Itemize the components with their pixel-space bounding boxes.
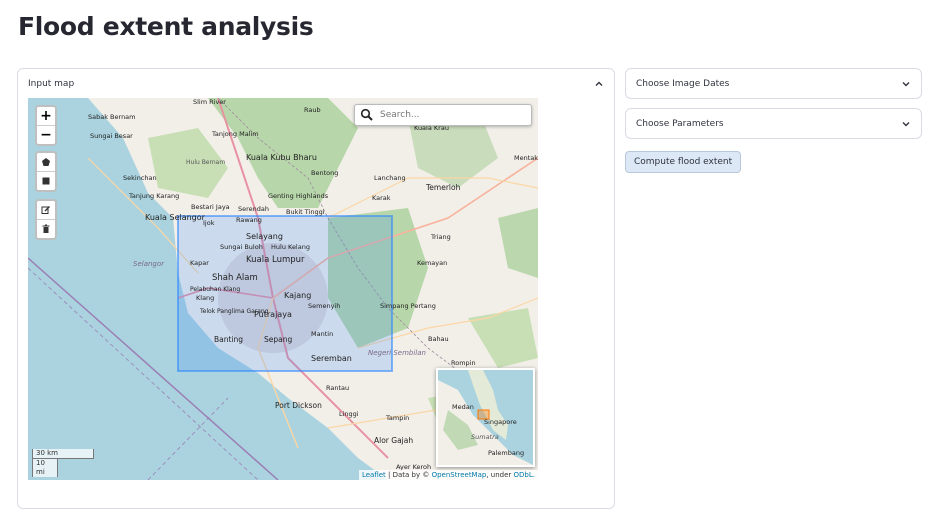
scale-km: 30 km: [32, 449, 94, 459]
map-label: Kuala Lumpur: [246, 255, 305, 265]
map-search[interactable]: [354, 104, 532, 126]
attribution-text: | Data by ©: [385, 471, 432, 479]
draw-toolbar: [35, 151, 57, 192]
map-label: Shah Alam: [212, 273, 258, 283]
leaflet-link[interactable]: Leaflet: [362, 471, 386, 479]
map-label: Klang: [196, 294, 214, 302]
map-label: Kajang: [284, 291, 311, 300]
osm-link[interactable]: OpenStreetMap: [432, 471, 487, 479]
map-label: Kapar: [190, 259, 209, 267]
map-label: Selayang: [246, 232, 283, 241]
parameters-expander[interactable]: Choose Parameters: [625, 108, 922, 139]
map-label: Sepang: [264, 335, 292, 344]
zoom-control: + −: [35, 105, 57, 146]
chevron-down-icon: [902, 81, 910, 86]
map-label: Seremban: [311, 354, 352, 363]
image-dates-header[interactable]: Choose Image Dates: [626, 69, 921, 98]
map-label: Rompin: [451, 359, 476, 367]
search-icon: [360, 108, 373, 121]
map-label: Tanjong Malim: [211, 130, 259, 138]
draw-polygon-icon[interactable]: [37, 153, 55, 172]
map-attribution: Leaflet | Data by © OpenStreetMap, under…: [358, 470, 538, 480]
map-label: Kuala Kubu Bharu: [246, 153, 317, 162]
map-label: Pelabuhan Klang: [190, 286, 240, 293]
map-label: Bahau: [428, 335, 449, 343]
zoom-in-button[interactable]: +: [37, 107, 55, 126]
map-label: Tampin: [385, 414, 409, 422]
attribution-text: , under: [486, 471, 514, 479]
odbl-link[interactable]: ODbL.: [514, 471, 535, 479]
chevron-up-icon: [595, 81, 603, 86]
map-label: Temerloh: [425, 183, 461, 192]
compute-flood-extent-button[interactable]: Compute flood extent: [625, 151, 742, 173]
map-label: Slim River: [193, 98, 226, 106]
map-label: Karak: [372, 194, 391, 202]
map-scale: 30 km 10 mi: [32, 449, 94, 477]
map-label: Sungai Besar: [90, 132, 133, 140]
map-label: Kemayan: [417, 259, 447, 267]
map-label: Hulu Kelang: [271, 243, 310, 251]
zoom-out-button[interactable]: −: [37, 126, 55, 144]
map-label: Tanjung Karang: [128, 192, 179, 200]
map-label: Bukit Tinggi: [286, 208, 325, 216]
delete-layers-icon[interactable]: [37, 220, 55, 238]
parameters-header[interactable]: Choose Parameters: [626, 109, 921, 138]
map-label: Semenyih: [308, 302, 340, 310]
map-label: Putrajaya: [254, 310, 292, 319]
map-label: Triang: [430, 233, 451, 241]
map-label: Mantin: [311, 330, 333, 338]
map-label: Genting Highlands: [268, 192, 329, 200]
draw-rectangle-icon[interactable]: [37, 172, 55, 190]
map-label: Rantau: [326, 384, 349, 392]
map-label: Serendah: [238, 205, 269, 213]
map-label: Bestari Jaya: [191, 203, 230, 211]
region-label: Negeri Sembilan: [368, 349, 426, 357]
minimap-tiles: Medan Singapore Sumatra Palembang: [438, 370, 533, 465]
map-label: Port Dickson: [275, 401, 322, 410]
map-label: Sekinchan: [123, 174, 157, 182]
search-input[interactable]: [378, 109, 522, 121]
map-label: Rawang: [236, 216, 262, 224]
input-map-expander: Input map Slim River Raub Sabak Bernam S…: [17, 68, 615, 509]
map-label: Sungai Buloh: [220, 243, 263, 251]
map-label: Kuala Selangor: [145, 213, 206, 222]
minimap-label: Palembang: [488, 449, 524, 457]
edit-layers-icon[interactable]: [37, 201, 55, 220]
map-label: Banting: [214, 335, 243, 344]
map-label: Linggi: [339, 410, 359, 418]
image-dates-label: Choose Image Dates: [636, 78, 730, 89]
chevron-down-icon: [902, 121, 910, 126]
input-map-expander-header[interactable]: Input map: [18, 69, 614, 98]
minimap-label: Singapore: [484, 418, 517, 426]
map-label: Simpang Pertang: [380, 302, 436, 310]
map-label: Mentakab: [514, 154, 538, 162]
map-label: Bentong: [311, 169, 338, 177]
map-label: Alor Gajah: [374, 436, 413, 445]
edit-toolbar: [35, 199, 57, 240]
map-canvas[interactable]: Slim River Raub Sabak Bernam Sungai Besa…: [28, 98, 538, 480]
map-label: Lanchang: [374, 174, 406, 182]
image-dates-expander[interactable]: Choose Image Dates: [625, 68, 922, 99]
page-title: Flood extent analysis: [18, 12, 314, 41]
region-label: Selangor: [133, 260, 165, 268]
map-label: Sabak Bernam: [88, 113, 136, 121]
minimap-label: Sumatra: [471, 433, 499, 441]
minimap-label: Medan: [452, 403, 474, 411]
parameters-label: Choose Parameters: [636, 118, 724, 129]
input-map-label: Input map: [28, 78, 75, 89]
map-label: Hulu Bernam: [186, 159, 225, 166]
map-label: Raub: [304, 106, 321, 114]
map-label: Ijok: [203, 219, 215, 227]
minimap[interactable]: Medan Singapore Sumatra Palembang: [436, 368, 535, 467]
scale-mi: 10 mi: [32, 458, 58, 477]
